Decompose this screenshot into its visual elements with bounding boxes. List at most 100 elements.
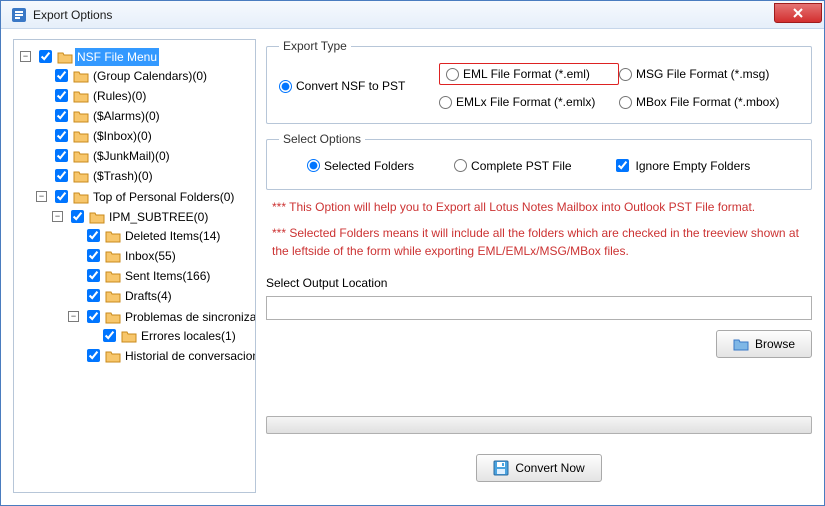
- radio-label: EMLx File Format (*.emlx): [456, 95, 595, 109]
- tree-label-root[interactable]: NSF File Menu: [75, 48, 159, 66]
- radio-input[interactable]: [446, 68, 459, 81]
- tree-label[interactable]: Drafts(4): [123, 287, 174, 305]
- tree-node[interactable]: − IPM_SUBTREE(0): [52, 207, 210, 226]
- tree-node[interactable]: Inbox(55): [68, 246, 178, 265]
- folder-open-icon: [733, 337, 749, 351]
- folder-icon: [73, 89, 89, 103]
- checkbox[interactable]: [55, 149, 68, 162]
- radio-label: MSG File Format (*.msg): [636, 67, 769, 81]
- checkbox[interactable]: [87, 269, 100, 282]
- browse-label: Browse: [755, 337, 795, 351]
- export-type-group: Export Type Convert NSF to PST EML File …: [266, 39, 812, 124]
- radio-msg[interactable]: MSG File Format (*.msg): [619, 67, 799, 81]
- folder-icon: [73, 169, 89, 183]
- tree-label[interactable]: ($Inbox)(0): [91, 127, 154, 145]
- checkbox[interactable]: [55, 69, 68, 82]
- radio-label: Complete PST File: [471, 159, 571, 173]
- folder-icon: [73, 129, 89, 143]
- tree-node[interactable]: (Rules)(0): [36, 86, 148, 105]
- tree-label[interactable]: Top of Personal Folders(0): [91, 188, 236, 206]
- tree-label[interactable]: (Rules)(0): [91, 87, 148, 105]
- save-disk-icon: [493, 460, 509, 476]
- output-location-input[interactable]: [266, 296, 812, 320]
- radio-mbox[interactable]: MBox File Format (*.mbox): [619, 95, 799, 109]
- tree-label[interactable]: Deleted Items(14): [123, 227, 222, 245]
- checkbox[interactable]: [39, 50, 52, 63]
- tree-node[interactable]: Drafts(4): [68, 286, 174, 305]
- tree-node[interactable]: − Problemas de sincronización(89): [68, 307, 256, 326]
- radio-emlx[interactable]: EMLx File Format (*.emlx): [439, 95, 619, 109]
- radio-complete-pst[interactable]: Complete PST File: [454, 159, 571, 173]
- convert-now-button[interactable]: Convert Now: [476, 454, 601, 482]
- checkbox[interactable]: [87, 289, 100, 302]
- radio-label: MBox File Format (*.mbox): [636, 95, 779, 109]
- radio-input[interactable]: [307, 159, 320, 172]
- tree-node[interactable]: ($JunkMail)(0): [36, 146, 172, 165]
- checkbox[interactable]: [87, 310, 100, 323]
- checkbox-input[interactable]: [616, 159, 629, 172]
- checkbox[interactable]: [55, 129, 68, 142]
- expander-minus-icon[interactable]: −: [36, 191, 47, 202]
- tree-label[interactable]: IPM_SUBTREE(0): [107, 208, 210, 226]
- expander-minus-icon[interactable]: −: [52, 211, 63, 222]
- tree-node[interactable]: ($Alarms)(0): [36, 106, 162, 125]
- tree-label[interactable]: ($Trash)(0): [91, 167, 155, 185]
- tree-label[interactable]: Problemas de sincronización(89): [123, 308, 256, 326]
- radio-nsf-to-pst[interactable]: Convert NSF to PST: [279, 79, 439, 93]
- radio-eml[interactable]: EML File Format (*.eml): [446, 67, 590, 81]
- select-options-group: Select Options Selected Folders Complete…: [266, 132, 812, 190]
- checkbox[interactable]: [55, 169, 68, 182]
- radio-input[interactable]: [454, 159, 467, 172]
- radio-input[interactable]: [279, 80, 292, 93]
- right-panel: Export Type Convert NSF to PST EML File …: [266, 39, 812, 493]
- tree-node[interactable]: − Top of Personal Folders(0): [36, 187, 236, 206]
- radio-input[interactable]: [619, 68, 632, 81]
- tree-label[interactable]: ($Alarms)(0): [91, 107, 162, 125]
- tree-node[interactable]: ($Inbox)(0): [36, 126, 154, 145]
- hint-line-1: *** This Option will help you to Export …: [266, 198, 812, 216]
- folder-icon: [105, 349, 121, 363]
- tree-node[interactable]: Errores locales(1): [84, 326, 238, 345]
- checkbox[interactable]: [87, 229, 100, 242]
- tree-node[interactable]: Sent Items(166): [68, 266, 212, 285]
- checkbox-ignore-empty[interactable]: Ignore Empty Folders: [612, 156, 751, 175]
- tree-label[interactable]: Historial de conversaciones(171): [123, 347, 256, 365]
- checkbox[interactable]: [55, 109, 68, 122]
- expander-minus-icon[interactable]: −: [68, 311, 79, 322]
- checkbox[interactable]: [87, 249, 100, 262]
- folder-icon: [121, 329, 137, 343]
- tree-node[interactable]: ($Trash)(0): [36, 166, 155, 185]
- output-location-section: Select Output Location Browse: [266, 276, 812, 358]
- folder-tree[interactable]: − NSF File Menu (Group Calendars)(0) (Ru…: [18, 46, 251, 366]
- titlebar: Export Options: [1, 1, 824, 29]
- folder-icon: [105, 289, 121, 303]
- checkbox-label: Ignore Empty Folders: [636, 159, 751, 173]
- radio-input[interactable]: [439, 96, 452, 109]
- export-type-legend: Export Type: [279, 39, 351, 53]
- checkbox[interactable]: [103, 329, 116, 342]
- checkbox[interactable]: [87, 349, 100, 362]
- tree-node[interactable]: Historial de conversaciones(171): [68, 346, 256, 365]
- checkbox[interactable]: [71, 210, 84, 223]
- tree-node[interactable]: Deleted Items(14): [68, 226, 222, 245]
- tree-label[interactable]: (Group Calendars)(0): [91, 67, 209, 85]
- tree-label[interactable]: Errores locales(1): [139, 327, 238, 345]
- checkbox[interactable]: [55, 89, 68, 102]
- folder-icon: [73, 69, 89, 83]
- expander-minus-icon[interactable]: −: [20, 51, 31, 62]
- tree-label[interactable]: ($JunkMail)(0): [91, 147, 172, 165]
- radio-selected-folders[interactable]: Selected Folders: [307, 159, 414, 173]
- tree-label[interactable]: Inbox(55): [123, 247, 178, 265]
- checkbox[interactable]: [55, 190, 68, 203]
- tree-label[interactable]: Sent Items(166): [123, 267, 212, 285]
- radio-label: Convert NSF to PST: [296, 79, 405, 93]
- tree-node-root[interactable]: − NSF File Menu: [20, 47, 159, 66]
- folder-icon: [105, 229, 121, 243]
- tree-node[interactable]: (Group Calendars)(0): [36, 66, 209, 85]
- close-button[interactable]: [774, 3, 822, 23]
- folder-icon: [73, 109, 89, 123]
- folder-tree-panel[interactable]: − NSF File Menu (Group Calendars)(0) (Ru…: [13, 39, 256, 493]
- radio-input[interactable]: [619, 96, 632, 109]
- browse-button[interactable]: Browse: [716, 330, 812, 358]
- select-options-legend: Select Options: [279, 132, 365, 146]
